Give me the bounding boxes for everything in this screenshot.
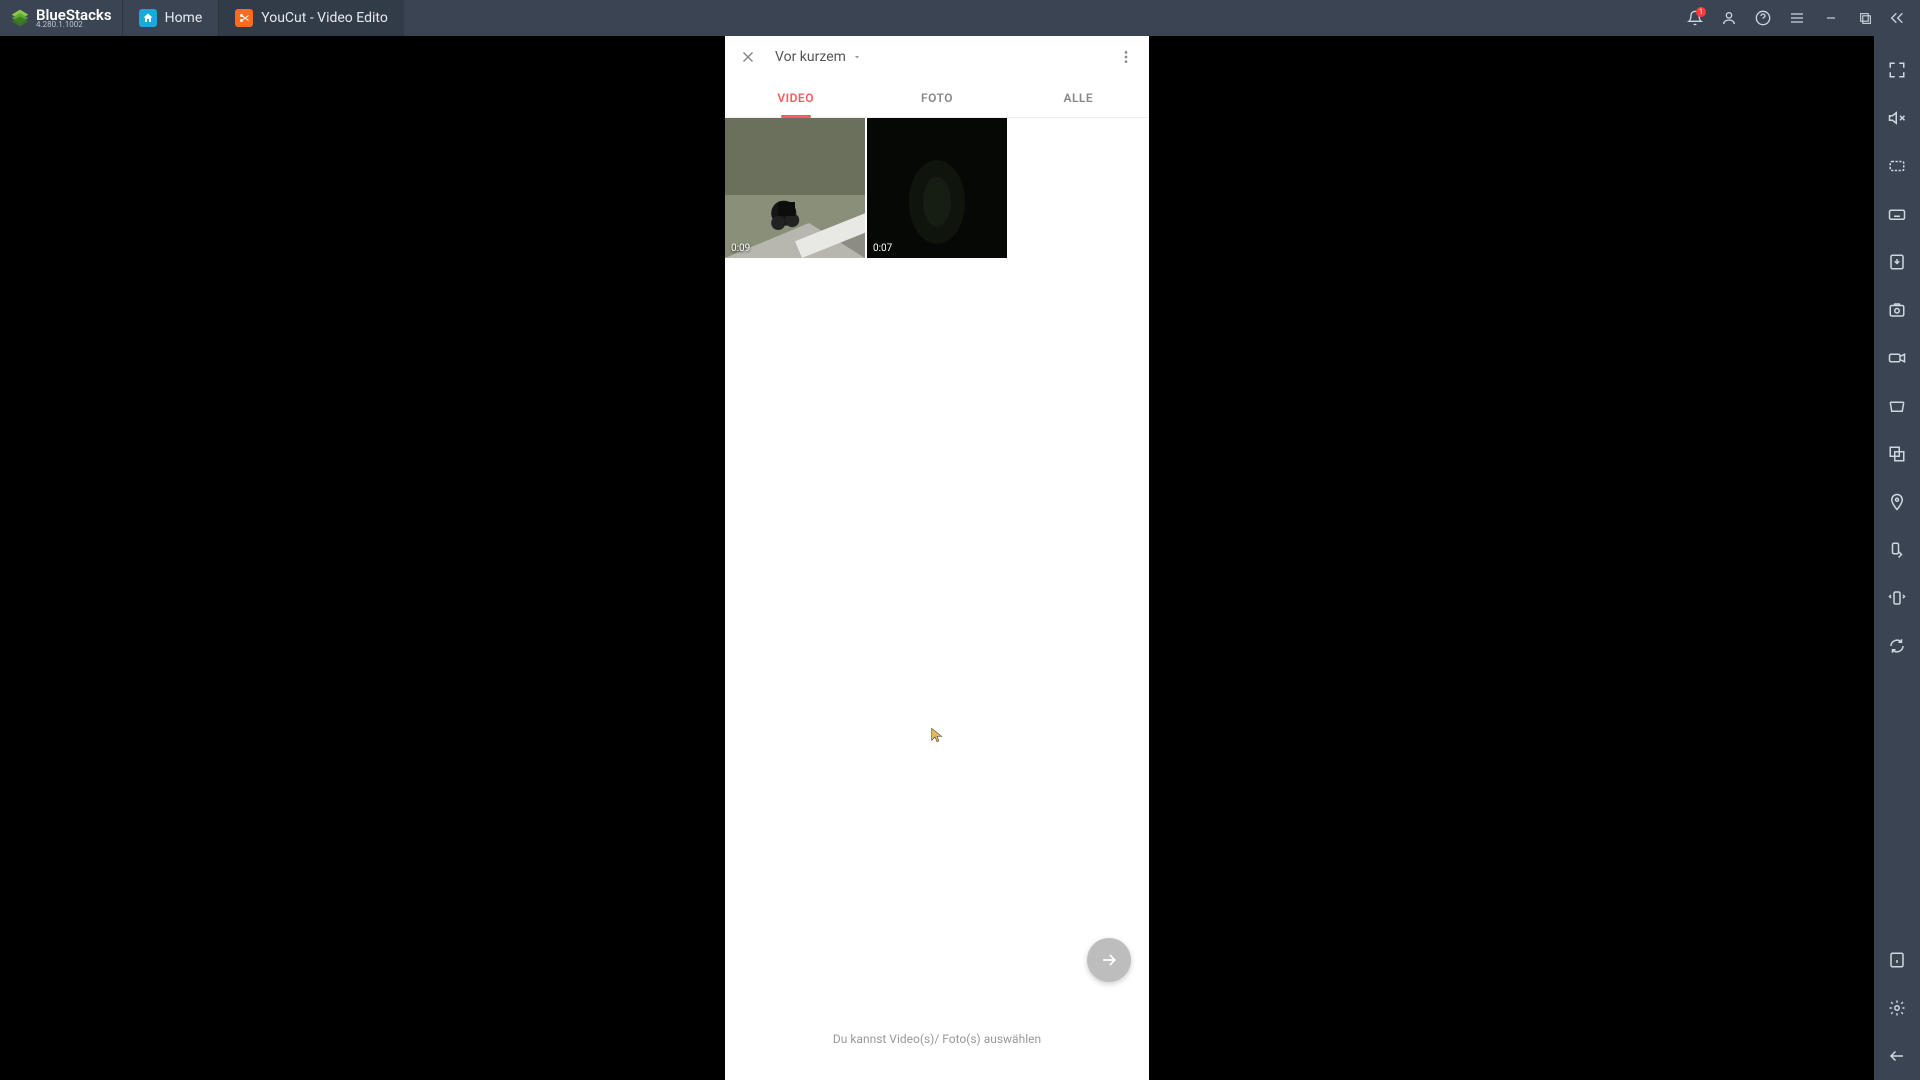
right-sidebar: [1874, 0, 1920, 1080]
tab-foto[interactable]: FOTO: [866, 78, 1007, 117]
volume-mute-icon[interactable]: [1874, 104, 1920, 132]
macro-icon[interactable]: [1874, 392, 1920, 420]
mouse-cursor-icon: [929, 727, 945, 743]
album-dropdown[interactable]: Vor kurzem: [775, 49, 862, 65]
sync-icon[interactable]: [1874, 632, 1920, 660]
media-grid: 0:09 0:07: [725, 118, 1149, 258]
guide-icon[interactable]: [1874, 946, 1920, 974]
next-fab-button[interactable]: [1087, 938, 1131, 982]
collapse-sidebar-button[interactable]: [1874, 0, 1920, 36]
album-dropdown-label: Vor kurzem: [775, 49, 846, 65]
video-duration: 0:09: [731, 243, 750, 254]
youcut-app-icon: [235, 9, 253, 27]
tab-home-label: Home: [165, 10, 203, 26]
multi-instance-icon[interactable]: [1874, 440, 1920, 468]
record-icon[interactable]: [1874, 344, 1920, 372]
empty-area: [725, 258, 1149, 1080]
back-nav-icon[interactable]: [1874, 1042, 1920, 1070]
shake-icon[interactable]: [1874, 584, 1920, 612]
brand: BlueStacks 4.280.1.1002: [0, 0, 122, 36]
media-type-tabs: VIDEO FOTO ALLE: [725, 78, 1149, 118]
chevron-down-icon: [852, 52, 862, 62]
tab-alle-label: ALLE: [1063, 91, 1093, 105]
tab-video[interactable]: VIDEO: [725, 78, 866, 117]
rotate-icon[interactable]: [1874, 536, 1920, 564]
bluestacks-logo-icon: [10, 8, 30, 28]
install-apk-icon[interactable]: [1874, 248, 1920, 276]
home-icon: [139, 9, 157, 27]
settings-icon[interactable]: [1874, 994, 1920, 1022]
video-thumbnail[interactable]: 0:09: [725, 118, 865, 258]
tab-foto-label: FOTO: [921, 91, 953, 105]
app-stage: Vor kurzem VIDEO FOTO ALLE: [0, 36, 1874, 1080]
tab-video-label: VIDEO: [777, 91, 814, 105]
tab-alle[interactable]: ALLE: [1008, 78, 1149, 117]
dark-thumb-image: [867, 118, 1007, 258]
menu-button[interactable]: [1782, 3, 1812, 33]
help-button[interactable]: [1748, 3, 1778, 33]
tab-youcut-label: YouCut - Video Edito: [261, 10, 388, 26]
account-button[interactable]: [1714, 3, 1744, 33]
video-thumbnail[interactable]: 0:07: [867, 118, 1007, 258]
close-picker-button[interactable]: [735, 44, 761, 70]
video-duration: 0:07: [873, 243, 892, 254]
arrow-right-icon: [1099, 950, 1119, 970]
screenshot-icon[interactable]: [1874, 296, 1920, 324]
keyboard-icon[interactable]: [1874, 200, 1920, 228]
notification-badge: 1: [1696, 7, 1706, 17]
youcut-panel: Vor kurzem VIDEO FOTO ALLE: [725, 36, 1149, 1080]
location-icon[interactable]: [1874, 488, 1920, 516]
selection-hint: Du kannst Video(s)/ Foto(s) auswählen: [725, 1032, 1149, 1046]
keymap-icon[interactable]: [1874, 152, 1920, 180]
tab-youcut[interactable]: YouCut - Video Edito: [218, 0, 404, 36]
minimize-button[interactable]: [1816, 3, 1846, 33]
titlebar: BlueStacks 4.280.1.1002 Home YouCut - Vi…: [0, 0, 1920, 36]
motorcycle-thumb-image: [725, 118, 865, 258]
picker-header: Vor kurzem: [725, 36, 1149, 78]
brand-version: 4.280.1.1002: [36, 21, 112, 29]
tab-home[interactable]: Home: [122, 0, 219, 36]
more-options-button[interactable]: [1113, 44, 1139, 70]
notifications-button[interactable]: 1: [1680, 3, 1710, 33]
fullscreen-icon[interactable]: [1874, 56, 1920, 84]
